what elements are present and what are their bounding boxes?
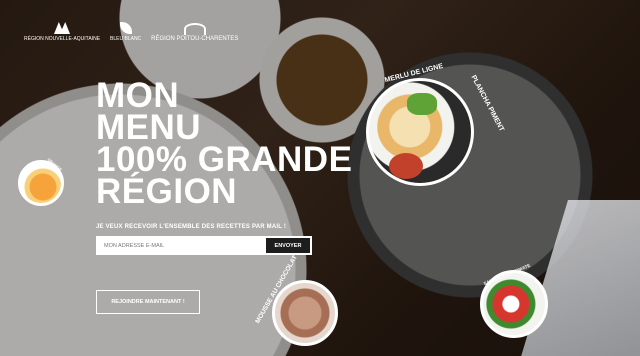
join-now-button[interactable]: REJOINDRE MAINTENANT ! [96,290,200,314]
logo-region[interactable]: Région Nouvelle-Aquitaine [24,22,100,42]
dish-merlu-badge[interactable] [366,78,474,186]
logo-poitou-charentes[interactable]: Région Poitou-Charentes [151,22,239,42]
page-title: MON MENU 100% GRANDE RÉGION [96,78,352,211]
mountain-logo-icon [54,22,71,34]
landing-page: Région Nouvelle-Aquitaine Bleu Blanc Rég… [0,0,640,356]
send-button[interactable]: ENVOYER [266,238,310,253]
logo-poitou-charentes-text: Région Poitou-Charentes [151,35,239,42]
leaf-logo-icon [119,22,132,34]
dish-merlu-label-2: PLANCHA PIMENT [469,74,505,133]
logo-region-text: Région Nouvelle-Aquitaine [24,36,101,42]
wave-logo-icon [183,22,206,35]
dish-mousse-badge[interactable] [272,280,338,346]
newsletter-form: ENVOYER [96,236,312,255]
title-line-4: RÉGION [96,172,238,211]
logo-bleu-blanc-text: Bleu Blanc [110,36,142,42]
header-logos: Région Nouvelle-Aquitaine Bleu Blanc Rég… [24,22,238,42]
email-input[interactable] [96,236,264,255]
napkin-decoration [520,200,640,356]
logo-bleu-blanc[interactable]: Bleu Blanc [110,22,141,42]
subscribe-label: JE VEUX RECEVOIR L'ENSEMBLE DES RECETTES… [96,224,287,230]
